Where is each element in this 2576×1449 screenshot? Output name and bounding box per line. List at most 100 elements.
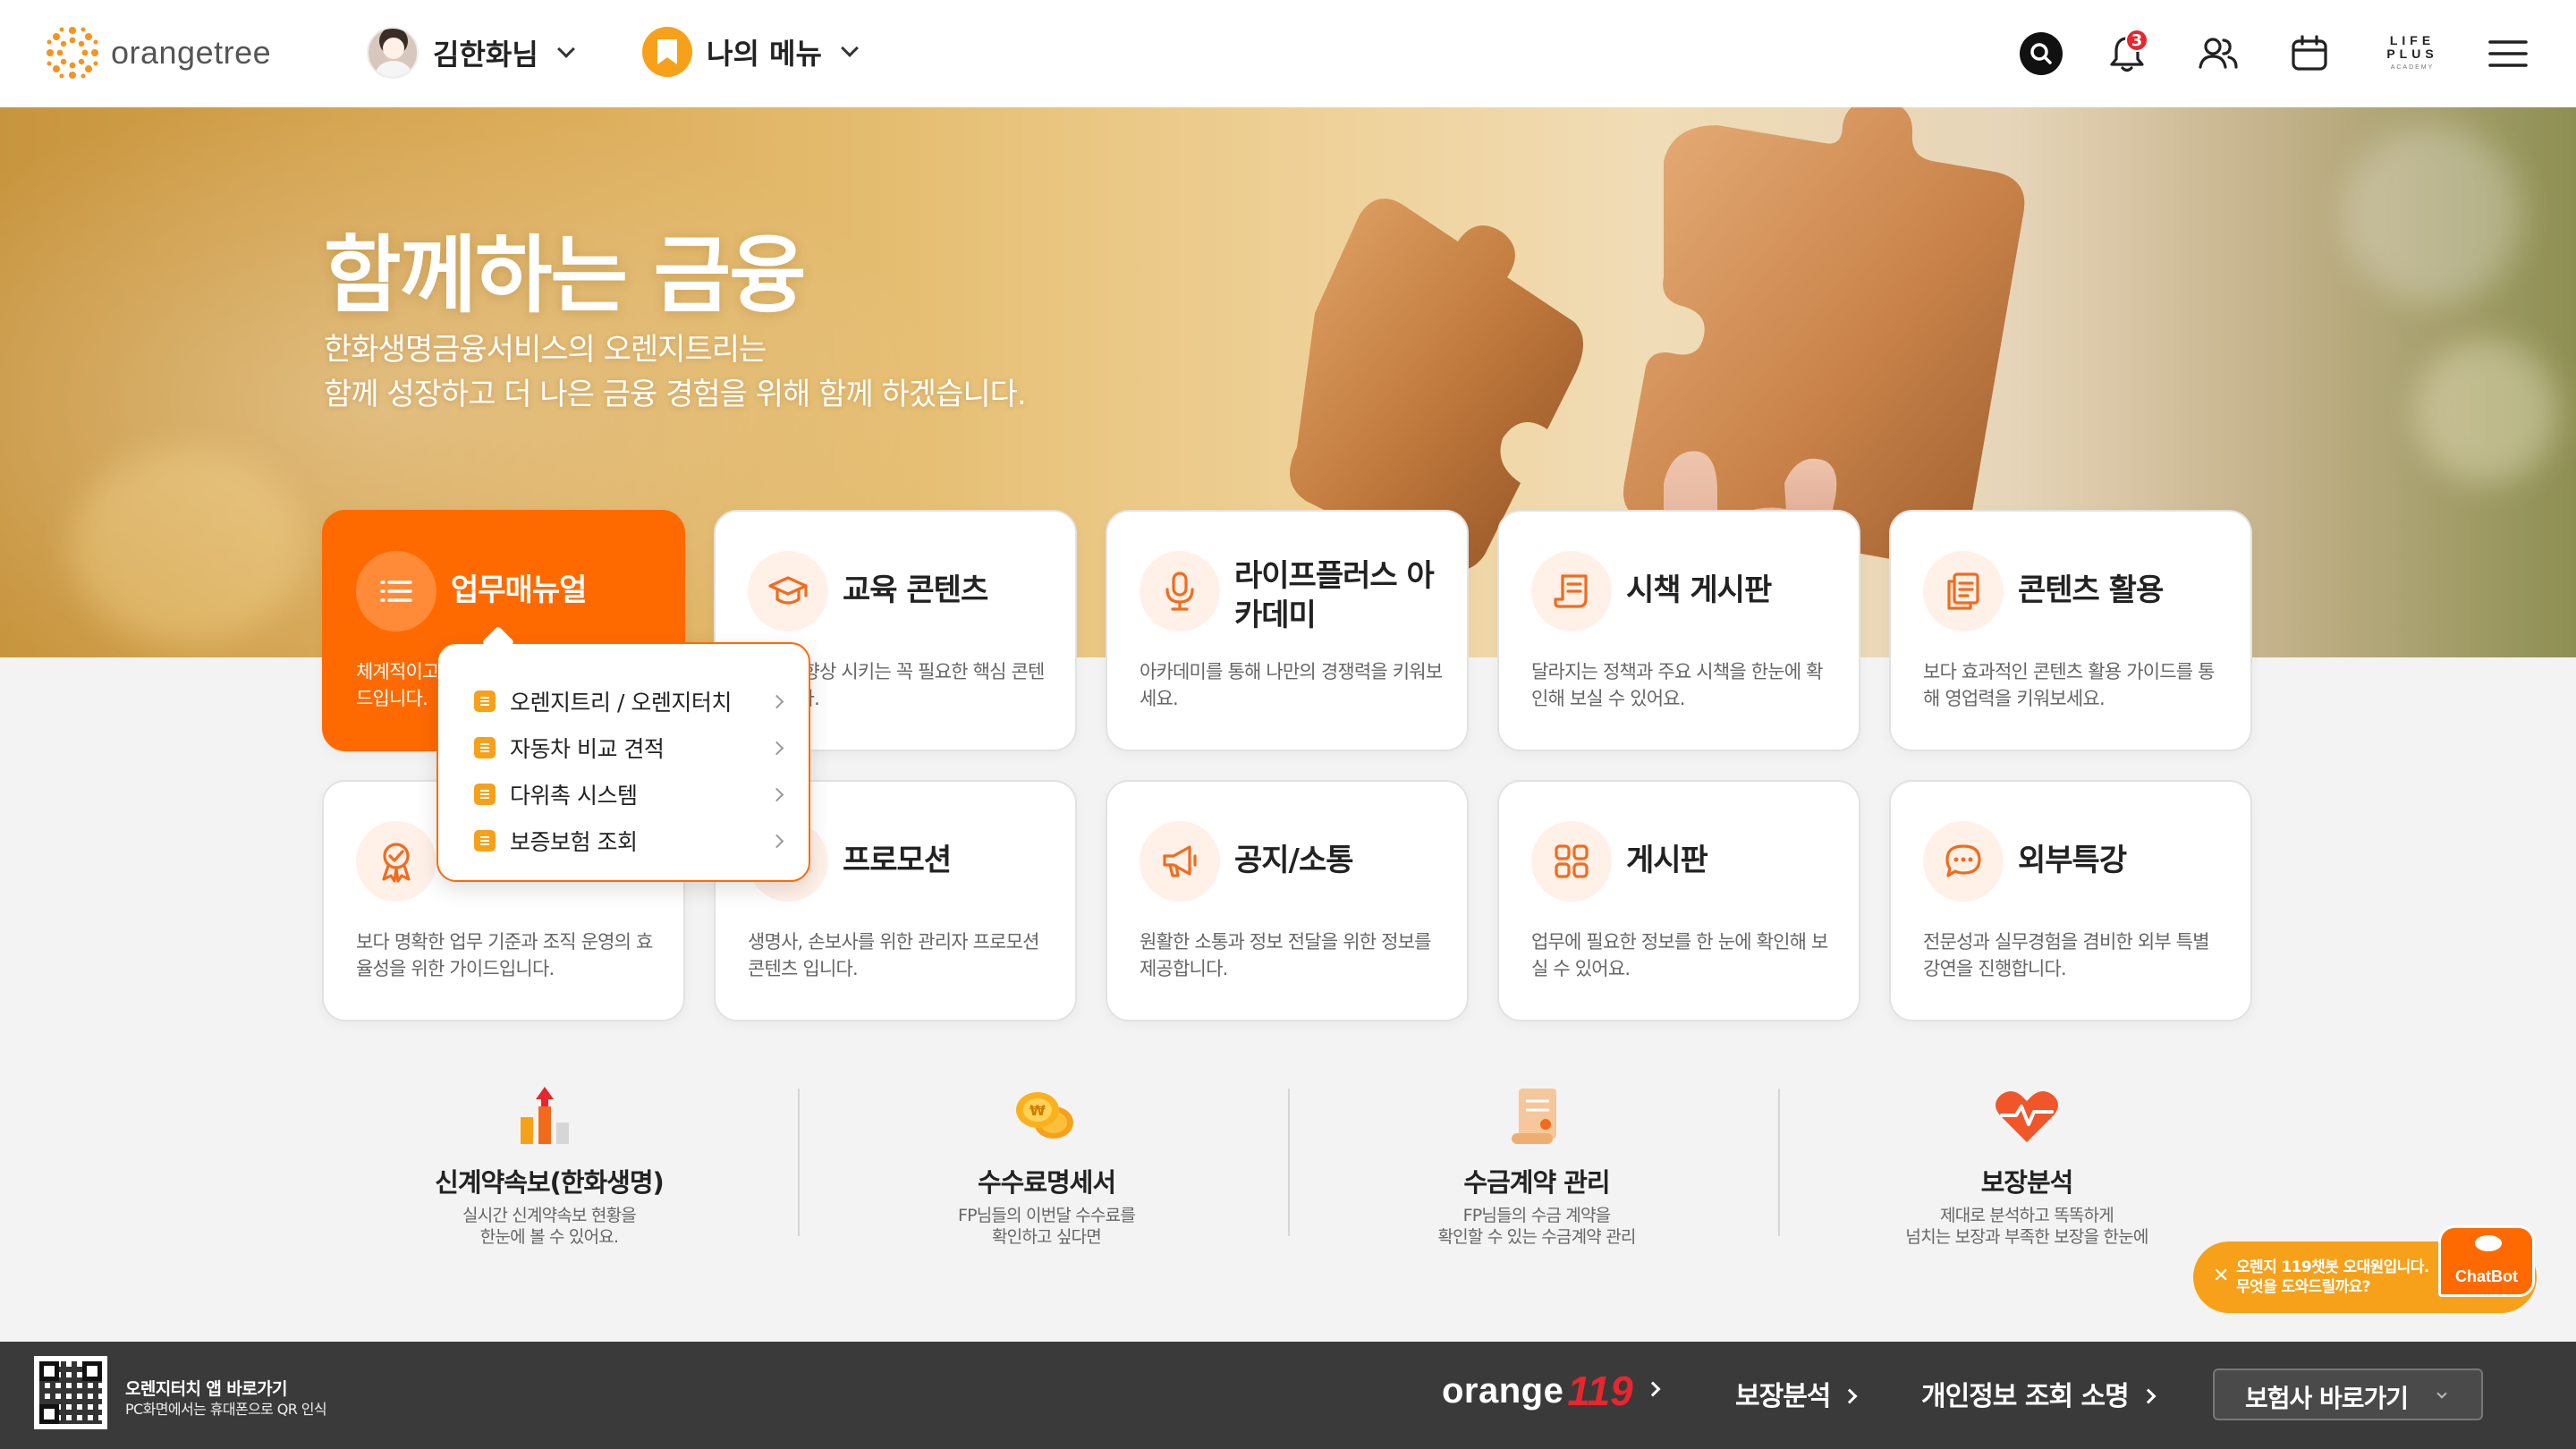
card-title: 라이프플러스 아카데미: [1234, 558, 1435, 633]
close-icon[interactable]: ✕: [2213, 1265, 2229, 1287]
quick-link-desc-line2: 확인하고 싶다면: [991, 1227, 1102, 1247]
list-icon: [356, 551, 436, 631]
chevron-right-icon: [2140, 1388, 2157, 1404]
footer-link-label: 개인정보 조회 소명: [1921, 1381, 2130, 1412]
megaphone-icon: [1140, 821, 1220, 902]
hero-title: 함께하는 금융: [324, 227, 807, 325]
chat-bubble-icon: [1923, 821, 2004, 902]
chevron-right-icon: [1645, 1381, 1661, 1397]
heart-pulse-icon: [1996, 1091, 2058, 1142]
qr-corner: [82, 1361, 102, 1381]
notification-count-badge: 3: [2125, 29, 2148, 52]
card-description: 아카데미를 통해 나만의 경쟁력을 키워보세요.: [1140, 661, 1443, 709]
quick-link-desc-line1: FP님들의 이번달 수수료를: [957, 1206, 1136, 1225]
bokeh-light: [2415, 340, 2558, 483]
chevron-right-icon: [769, 694, 784, 708]
quick-link-title: 신계약속보(한화생명): [435, 1167, 665, 1198]
graduation-cap-icon: [748, 551, 828, 631]
orange119-link[interactable]: orange 119: [1442, 1367, 1661, 1415]
lifeplus-academy-link[interactable]: LIFE PLUS ACADEMY: [2381, 27, 2444, 80]
chevron-right-icon: [769, 741, 784, 755]
quick-link-title: 수수료명세서: [977, 1167, 1116, 1198]
card-description: 보다 효과적인 콘텐츠 활용 가이드를 통해 영업력을 키워보세요.: [1923, 661, 2216, 709]
card-description: 전문성과 실무경험을 겸비한 외부 특별 강연을 진행합니다.: [1923, 931, 2210, 979]
dropdown-item-label: 보증보험 조회: [510, 829, 638, 855]
card-title: 프로모션: [843, 843, 952, 878]
quick-link-desc-line2: 넘치는 보장과 부족한 보장을 한눈에: [1905, 1227, 2148, 1247]
qr-code: [34, 1356, 107, 1429]
quick-link-commission-statement[interactable]: ₩ 수수료명세서 FP님들의 이번달 수수료를 확인하고 싶다면: [801, 1078, 1292, 1247]
search-button[interactable]: [2014, 27, 2068, 80]
users-icon: [2199, 38, 2238, 69]
calendar-icon: [2292, 35, 2327, 71]
chatbot-line2: 무엇을 도와드릴까요?: [2236, 1278, 2371, 1296]
card-description: 원활한 소통과 정보 전달을 위한 정보를 제공합니다.: [1140, 931, 1432, 979]
insurer-shortcut-select[interactable]: 보험사 바로가기: [2213, 1368, 2483, 1420]
card-lifeplus-academy[interactable]: 라이프플러스 아카데미 아카데미를 통해 나만의 경쟁력을 키워보세요.: [1106, 510, 1469, 751]
quick-link-coverage-analysis[interactable]: 보장분석 제대로 분석하고 똑똑하게 넘치는 보장과 부족한 보장을 한눈에: [1782, 1078, 2272, 1247]
calendar-button[interactable]: [2283, 27, 2336, 80]
hero-subtitle-line2: 함께 성장하고 더 나은 금융 경험을 위해 함께 하겠습니다.: [324, 377, 1027, 412]
my-menu-label: 나의 메뉴: [707, 37, 822, 71]
dropdown-item-guarantee-insurance[interactable]: 보증보험 조회: [474, 818, 784, 864]
dropdown-item-label: 자동차 비교 견적: [510, 736, 665, 762]
chatbot-badge[interactable]: ChatBot: [2438, 1225, 2535, 1297]
document-icon: [474, 691, 496, 712]
quick-link-desc: 제대로 분석하고 똑똑하게 넘치는 보장과 부족한 보장을 한눈에: [1782, 1205, 2272, 1248]
chevron-down-icon: [2436, 1388, 2447, 1399]
orangetree-logo[interactable]: orangetree: [43, 23, 271, 82]
quick-link-desc: 실시간 신계약속보 현황을 한눈에 볼 수 있어요.: [304, 1205, 794, 1248]
card-policy-board[interactable]: 시책 게시판 달라지는 정책과 주요 시책을 한눈에 확인해 보실 수 있어요.: [1497, 510, 1860, 751]
users-button[interactable]: [2191, 27, 2245, 80]
card-content-usage[interactable]: 콘텐츠 활용 보다 효과적인 콘텐츠 활용 가이드를 통해 영업력을 키워보세요…: [1889, 510, 2252, 751]
app-shortcut-subtitle: PC화면에서는 휴대폰으로 QR 인식: [125, 1401, 327, 1418]
quick-link-desc-line1: 실시간 신계약속보 현황을: [462, 1206, 637, 1225]
quick-link-desc: FP님들의 수금 계약을 확인할 수 있는 수금계약 관리: [1292, 1205, 1782, 1248]
badge-check-icon: [356, 821, 436, 902]
lifeplus-line2: PLUS: [2386, 46, 2438, 61]
card-description: 생명사, 손보사를 위한 관리자 프로모션 콘텐츠 입니다.: [748, 931, 1040, 979]
app-shortcut-title[interactable]: 오렌지터치 앱 바로가기: [125, 1376, 287, 1400]
chevron-right-icon: [769, 834, 784, 848]
documents-icon: [1923, 551, 2004, 631]
qr-corner: [39, 1361, 59, 1381]
lifeplus-logo: LIFE PLUS ACADEMY: [2386, 33, 2438, 74]
card-board[interactable]: 게시판 업무에 필요한 정보를 한 눈에 확인해 보실 수 있어요.: [1497, 780, 1860, 1021]
insurer-select-label: 보험사 바로가기: [2245, 1384, 2409, 1413]
card-title: 교육 콘텐츠: [843, 572, 988, 608]
hamburger-menu-button[interactable]: [2481, 27, 2535, 80]
sunburst-logo-icon: [47, 27, 98, 79]
card-description: 달라지는 정책과 주요 시책을 한눈에 확인해 보실 수 있어요.: [1531, 661, 1824, 709]
card-external-lecture[interactable]: 외부특강 전문성과 실무경험을 겸비한 외부 특별 강연을 진행합니다.: [1889, 780, 2252, 1021]
bar-chart-up-icon: [521, 1087, 569, 1144]
grid-icon: [1531, 821, 1612, 902]
chatbot-widget[interactable]: ✕ 오렌지 119챗봇 오대원입니다. 무엇을 도와드릴까요? ChatBot: [2193, 1225, 2537, 1313]
qr-corner: [39, 1404, 59, 1424]
footer-link-label: 보장분석: [1735, 1381, 1831, 1412]
user-profile-menu[interactable]: 김한화님: [367, 27, 575, 79]
lifeplus-line3: ACADEMY: [2390, 64, 2435, 71]
hamburger-menu-icon: [2488, 40, 2528, 67]
search-icon: [2020, 32, 2063, 75]
orange-number: 119: [1567, 1368, 1633, 1414]
dropdown-item-orangetree-orangetouch[interactable]: 오렌지트리 / 오렌지터치: [474, 678, 784, 724]
hero-subtitle-line1: 한화생명금융서비스의 오렌지트리는: [324, 332, 767, 368]
footer-link-coverage-analysis[interactable]: 보장분석: [1735, 1374, 1858, 1413]
chevron-down-icon: [841, 39, 859, 57]
dropdown-item-multi-commission[interactable]: 다위촉 시스템: [474, 771, 784, 818]
chevron-down-icon: [556, 40, 575, 58]
bokeh-light: [2343, 125, 2522, 304]
card-description: 보다 명확한 업무 기준과 조직 운영의 효율성을 위한 가이드입니다.: [356, 931, 653, 979]
quick-link-collection-contract[interactable]: 수금계약 관리 FP님들의 수금 계약을 확인할 수 있는 수금계약 관리: [1292, 1078, 1782, 1247]
notification-button[interactable]: 3: [2100, 27, 2154, 80]
card-title: 공지/소통: [1234, 843, 1354, 878]
card-notice-communication[interactable]: 공지/소통 원활한 소통과 정보 전달을 위한 정보를 제공합니다.: [1106, 780, 1469, 1021]
top-header: orangetree 김한화님 나의 메뉴 3 LIFE PLUS ACADEM…: [0, 0, 2576, 107]
quick-link-new-contract[interactable]: 신계약속보(한화생명) 실시간 신계약속보 현황을 한눈에 볼 수 있어요.: [304, 1078, 794, 1247]
card-description: 업무에 필요한 정보를 한 눈에 확인해 보실 수 있어요.: [1531, 931, 1828, 979]
document-icon: [474, 830, 496, 852]
dropdown-item-car-quote[interactable]: 자동차 비교 견적: [474, 724, 784, 771]
quick-link-title: 수금계약 관리: [1463, 1167, 1610, 1198]
my-menu-button[interactable]: 나의 메뉴: [642, 27, 859, 77]
footer-link-personal-info[interactable]: 개인정보 조회 소명: [1921, 1374, 2157, 1413]
